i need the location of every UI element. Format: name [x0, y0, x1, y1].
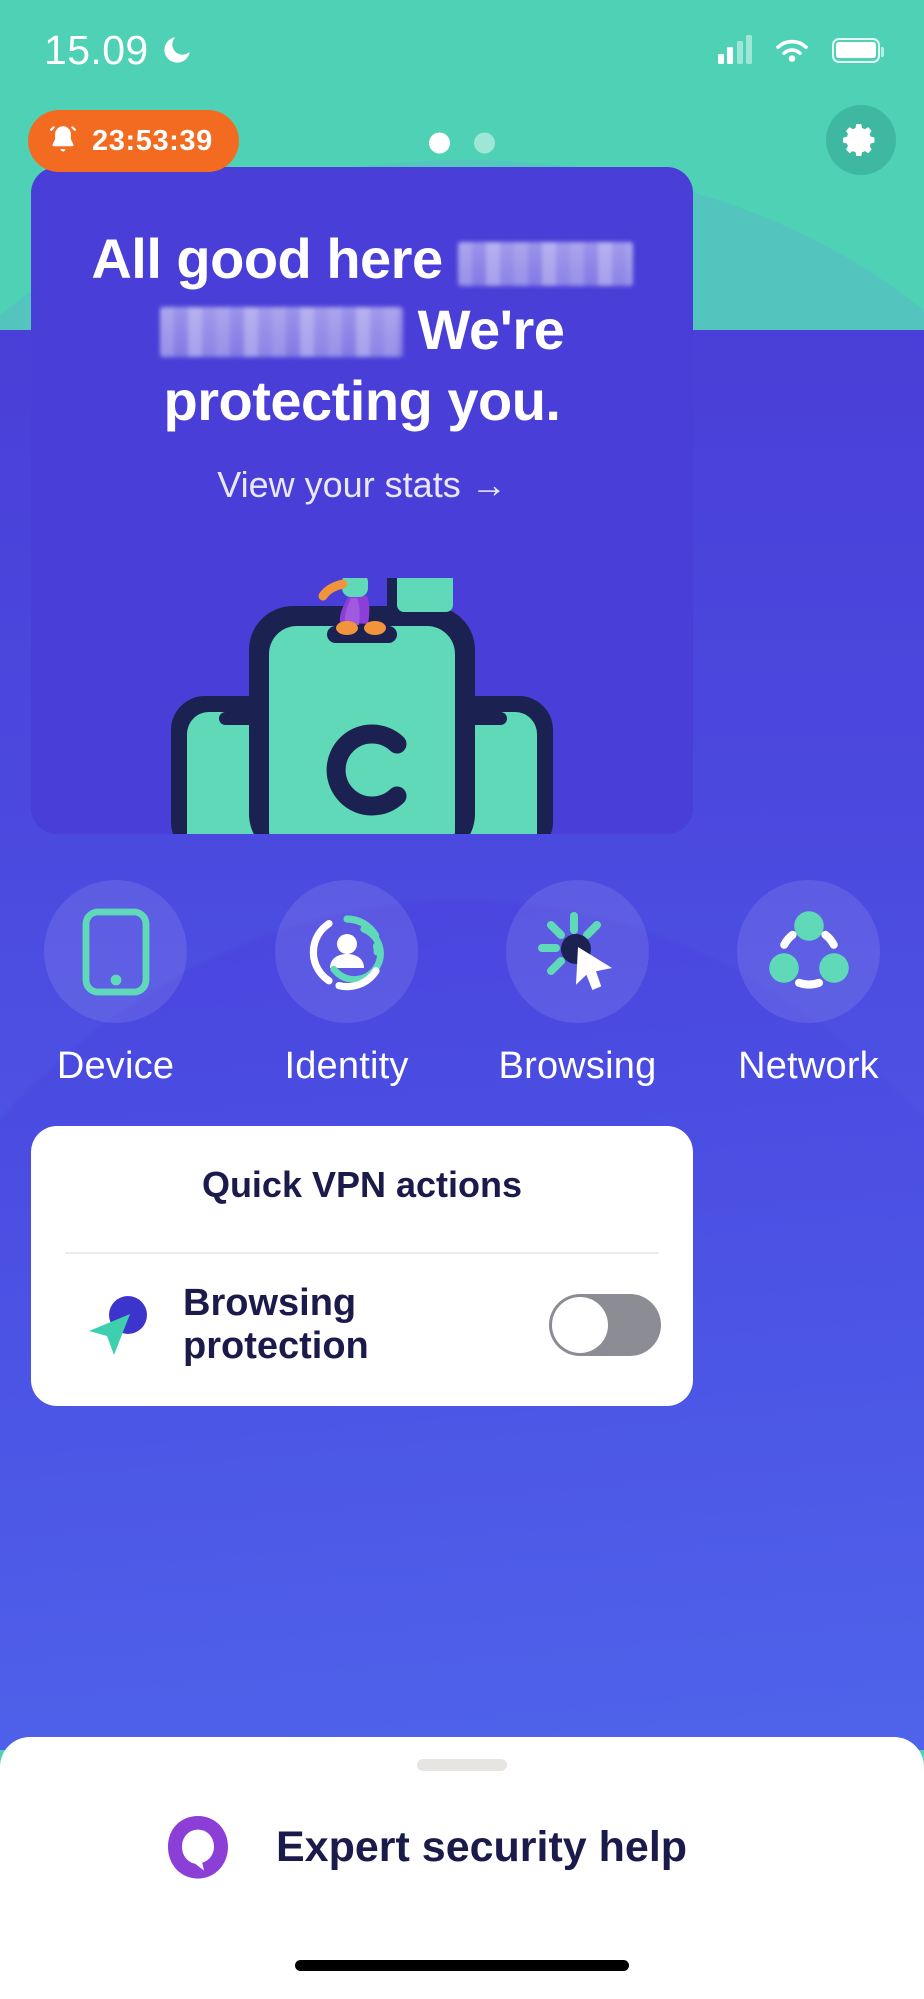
bottom-sheet[interactable]: Expert security help [0, 1737, 924, 1999]
category-label-network: Network [738, 1045, 879, 1087]
battery-full-icon [832, 37, 885, 63]
toggle-knob [552, 1297, 608, 1353]
identity-person-circle-icon [309, 914, 384, 990]
category-icon-wrap-network [737, 880, 880, 1023]
hero-title-part-1: All good here [91, 227, 443, 290]
gear-icon [843, 124, 875, 156]
chat-bubble-icon [168, 1816, 228, 1879]
category-icon-wrap-identity [275, 880, 418, 1023]
home-indicator[interactable] [295, 1960, 629, 1971]
hero-illustration [171, 578, 553, 834]
page-dot-1[interactable] [429, 132, 450, 154]
cursor-click-icon [537, 911, 612, 990]
status-bar: 15.09 [0, 0, 924, 100]
expert-security-help-row[interactable]: Expert security help [0, 1771, 924, 1885]
top-bar: 23:53:39 [0, 100, 924, 186]
view-stats-link[interactable]: View your stats → [31, 464, 693, 506]
smartphone-icon [82, 908, 149, 995]
notification-timer-pill[interactable]: 23:53:39 [28, 110, 239, 172]
crescent-moon-icon [163, 37, 190, 63]
arrow-right-icon: → [470, 464, 507, 506]
browsing-protection-row[interactable]: Browsing protection [31, 1254, 693, 1368]
timer-value: 23:53:39 [92, 124, 213, 157]
category-item-device[interactable]: Device [0, 880, 231, 1088]
cellular-signal-icon [717, 34, 752, 64]
browsing-arrow-icon [89, 1296, 147, 1355]
page-dot-2[interactable] [474, 132, 495, 154]
quick-vpn-actions-card: Quick VPN actions Browsing protection [31, 1126, 693, 1406]
page-dots[interactable] [429, 132, 495, 154]
hero-title: All good here We're protecting you. [57, 223, 667, 436]
category-row: Device Identity Browsing Network [0, 880, 924, 1088]
redacted-text-2 [159, 307, 403, 358]
category-label-browsing: Browsing [498, 1045, 657, 1087]
category-label-identity: Identity [284, 1045, 409, 1087]
category-label-device: Device [56, 1045, 175, 1087]
expert-security-help-label: Expert security help [276, 1822, 688, 1871]
hero-status-card[interactable]: All good here We're protecting you. View… [31, 167, 693, 834]
category-item-identity[interactable]: Identity [231, 880, 462, 1088]
quick-vpn-actions-title: Quick VPN actions [201, 1164, 523, 1205]
redacted-text-1 [457, 242, 633, 286]
view-stats-label: View your stats [217, 464, 461, 506]
browsing-protection-label: Browsing protection [183, 1282, 369, 1367]
status-bar-time: 15.09 [44, 26, 149, 73]
category-item-network[interactable]: Network [693, 880, 924, 1088]
bell-icon [50, 126, 76, 152]
settings-button[interactable] [826, 105, 896, 175]
browsing-protection-toggle[interactable] [549, 1294, 661, 1356]
network-nodes-icon [768, 910, 849, 988]
status-bar-right [717, 34, 885, 66]
app-root: 15.09 23:53:39 All good here We're prote… [0, 0, 924, 1999]
status-bar-left: 15.09 [44, 27, 194, 74]
drag-handle[interactable] [417, 1759, 507, 1771]
category-item-browsing[interactable]: Browsing [462, 880, 693, 1088]
category-icon-wrap-browsing [506, 880, 649, 1023]
wifi-icon [776, 39, 808, 62]
category-icon-wrap-device [44, 880, 187, 1023]
